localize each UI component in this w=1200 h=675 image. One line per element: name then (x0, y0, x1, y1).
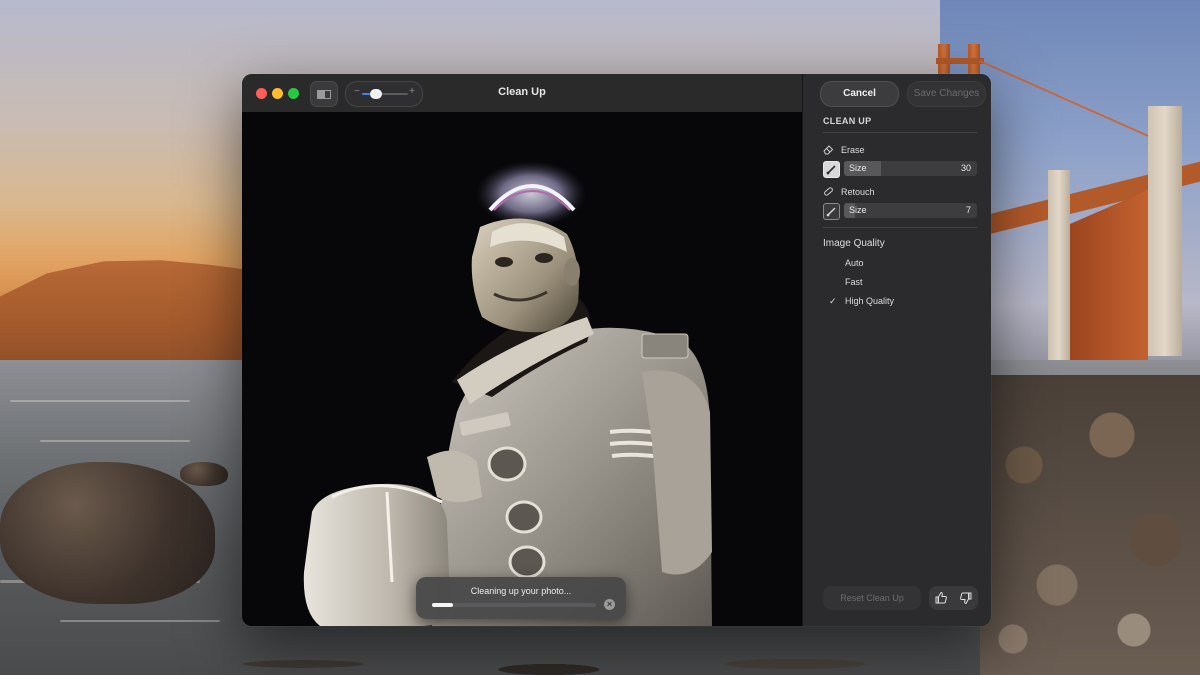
bridge-pillar (1048, 170, 1070, 360)
feedback-buttons (929, 586, 978, 610)
wallpaper-wave (40, 440, 190, 442)
quality-option-auto[interactable]: Auto (845, 258, 864, 268)
photo-canvas[interactable]: Cleaning up your photo... × (242, 112, 802, 626)
section-title: CLEAN UP (823, 116, 872, 126)
progress-track (432, 603, 596, 607)
image-quality-heading: Image Quality (823, 238, 885, 249)
astronaut-statue-photo (242, 112, 802, 626)
retouch-size-label: Size (849, 205, 867, 215)
save-changes-button[interactable]: Save Changes (907, 81, 986, 107)
cancel-button[interactable]: Cancel (820, 81, 899, 107)
retouch-size-slider[interactable]: Size 7 (844, 203, 977, 218)
reset-clean-up-button[interactable]: Reset Clean Up (823, 586, 921, 610)
clean-up-window: − + Clean Up Cleaning up your photo... ×… (242, 74, 991, 626)
retouch-brush-button[interactable] (823, 203, 840, 220)
wallpaper-rocks-bottom (180, 620, 1000, 675)
erase-brush-button[interactable] (823, 161, 840, 178)
progress-bar-fill (432, 603, 453, 607)
erase-tool[interactable]: Erase (823, 144, 865, 155)
wallpaper-wave (10, 400, 190, 402)
wallpaper-rock (180, 462, 228, 486)
brush-icon (826, 165, 836, 175)
retouch-tool[interactable]: Retouch (823, 186, 875, 197)
quality-option-fast[interactable]: Fast (845, 277, 863, 287)
divider (823, 227, 977, 228)
erase-size-label: Size (849, 163, 867, 173)
retouch-size-value: 7 (965, 205, 971, 215)
retouch-label: Retouch (841, 186, 875, 197)
checkmark-icon: ✓ (829, 296, 837, 306)
bridge-pillar (1148, 106, 1182, 356)
erase-label: Erase (841, 144, 865, 155)
divider (823, 132, 977, 133)
brush-icon (826, 207, 836, 217)
retouch-bandage-icon (824, 187, 833, 196)
window-title: Clean Up (498, 86, 546, 98)
thumbs-down-icon[interactable] (959, 591, 973, 605)
progress-cancel-button[interactable]: × (604, 599, 615, 610)
clean-up-sidebar: Cancel Save Changes CLEAN UP Erase Size … (802, 74, 991, 626)
window-titlebar: − + Clean Up (242, 74, 802, 113)
cleanup-progress-hud: Cleaning up your photo... × (416, 577, 626, 619)
quality-option-high-quality[interactable]: High Quality (845, 296, 894, 306)
wallpaper-rocks (980, 375, 1200, 675)
thumbs-up-icon[interactable] (934, 591, 948, 605)
eraser-icon (823, 145, 834, 155)
bridge-deck (936, 58, 984, 64)
erase-size-value: 30 (960, 163, 971, 173)
erase-size-slider[interactable]: Size 30 (844, 161, 977, 176)
progress-message: Cleaning up your photo... (470, 586, 572, 596)
wallpaper-rock (0, 462, 215, 604)
